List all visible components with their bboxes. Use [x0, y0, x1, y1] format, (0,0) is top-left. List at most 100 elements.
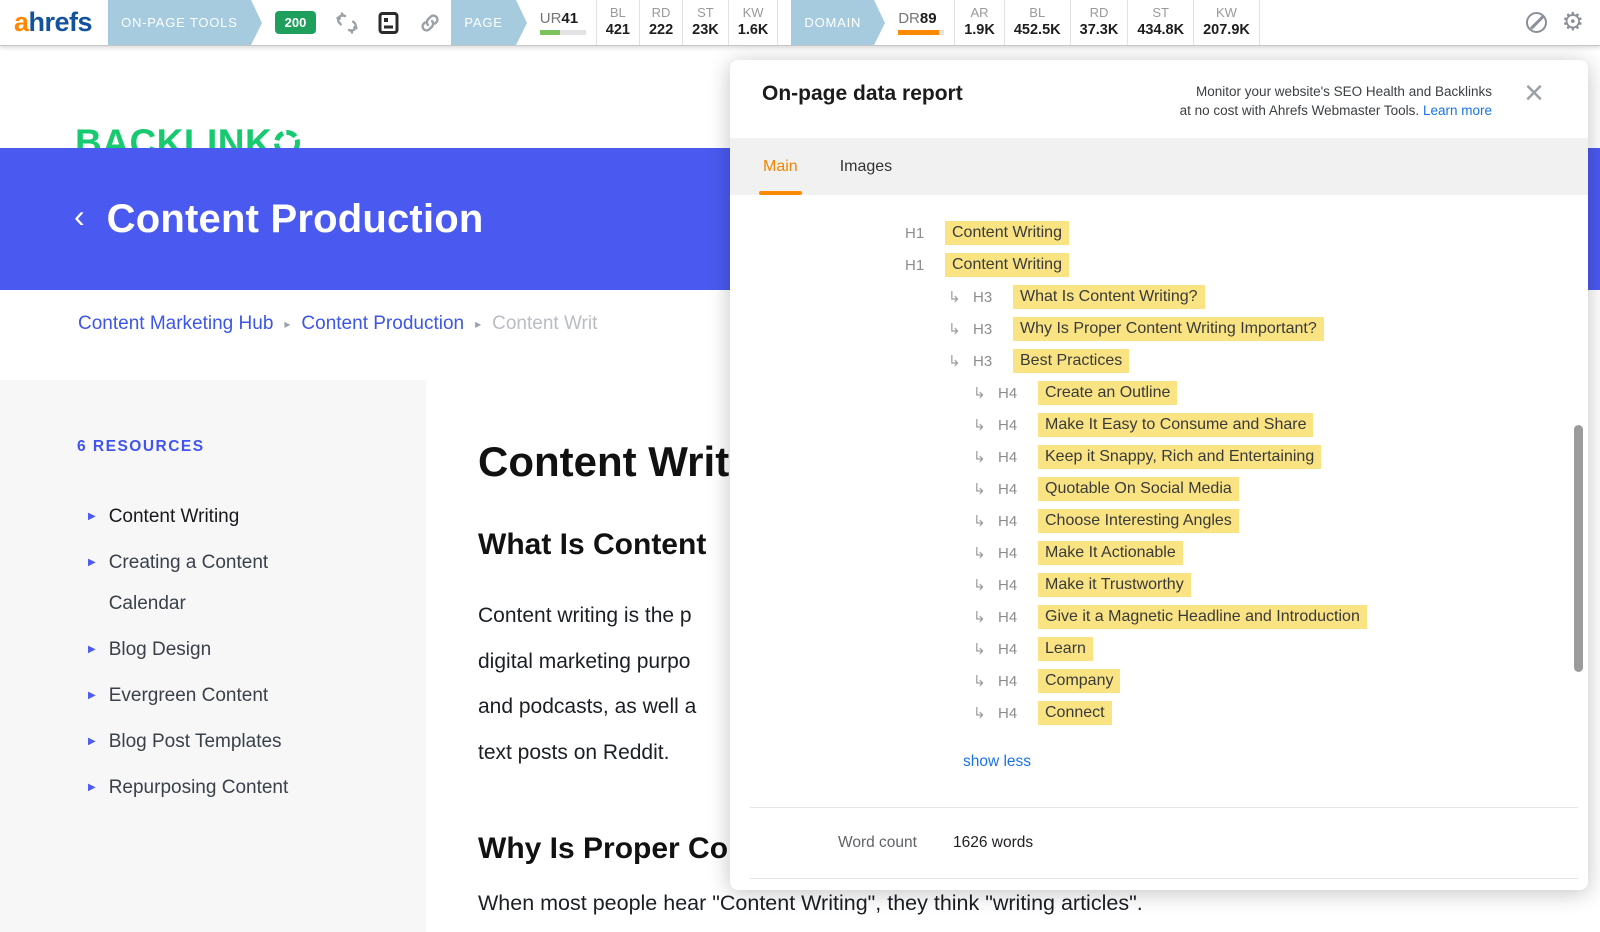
- breadcrumb-item[interactable]: Content Marketing Hub: [78, 313, 273, 335]
- metric-rd[interactable]: RD37.3K: [1070, 0, 1128, 45]
- paragraph-line: and podcasts, as well a: [478, 684, 696, 730]
- ur-rating[interactable]: UR41: [540, 10, 586, 35]
- tab-domain[interactable]: DOMAIN: [791, 0, 874, 45]
- dr-bar-fill: [898, 30, 939, 35]
- sidebar-item[interactable]: ▶Blog Design: [88, 629, 338, 670]
- sidebar-item[interactable]: ▶Evergreen Content: [88, 675, 338, 716]
- breadcrumb-item[interactable]: Content Production: [301, 313, 464, 335]
- metric-st[interactable]: ST434.8K: [1127, 0, 1193, 45]
- sidebar-item[interactable]: ▶Blog Post Templates: [88, 721, 338, 762]
- heading-text: Keep it Snappy, Rich and Entertaining: [1038, 445, 1321, 469]
- subheading-arrow-icon: ↳: [973, 640, 992, 658]
- heading-text: What Is Content Writing?: [1013, 285, 1205, 309]
- close-icon[interactable]: ×: [1524, 76, 1544, 110]
- ur-label: UR: [540, 10, 562, 27]
- sidebar-item[interactable]: ▶Content Writing: [88, 496, 338, 537]
- ahrefs-logo-a: a: [14, 7, 29, 37]
- tab-page[interactable]: PAGE: [451, 0, 515, 45]
- metric-value: 434.8K: [1137, 22, 1184, 38]
- link-icon[interactable]: [418, 11, 442, 35]
- metric-rd[interactable]: RD222: [639, 0, 682, 45]
- back-chevron-icon[interactable]: ‹: [74, 200, 85, 238]
- heading-tag: H1: [905, 225, 931, 242]
- heading-row: ↳H4Make It Easy to Consume and Share: [730, 409, 1588, 441]
- subheading-arrow-icon: ↳: [973, 384, 992, 402]
- heading-row: H1Content Writing: [730, 249, 1588, 281]
- ur-value: 41: [561, 10, 578, 27]
- ahrefs-logo[interactable]: ahrefs: [14, 7, 92, 38]
- metric-ar[interactable]: AR1.9K: [954, 0, 1004, 45]
- subheading-arrow-icon: ↳: [973, 512, 992, 530]
- metric-value: 452.5K: [1014, 22, 1061, 38]
- word-count-label: Word count: [838, 834, 953, 852]
- dr-rating[interactable]: DR89: [898, 10, 944, 35]
- promo-line2: at no cost with Ahrefs Webmaster Tools.: [1180, 103, 1420, 118]
- heading-tag: H4: [998, 417, 1024, 434]
- subheading-arrow-icon: ↳: [948, 288, 967, 306]
- heading-tag: H3: [973, 353, 999, 370]
- word-count-row: Word count 1626 words: [750, 807, 1578, 879]
- metric-st[interactable]: ST 23K: [682, 0, 728, 45]
- metric-label: ST: [692, 5, 719, 20]
- dr-bar: [898, 30, 944, 35]
- heading-text: Connect: [1038, 701, 1112, 725]
- page-metrics: BL421RD222 ST 23K KW1.6K: [596, 0, 779, 45]
- subheading-arrow-icon: ↳: [973, 608, 992, 626]
- metric-value: 222: [649, 22, 673, 38]
- dr-label: DR: [898, 10, 920, 27]
- heading-row: ↳H4Learn: [730, 633, 1588, 665]
- breadcrumb-item: Content Writ: [492, 313, 597, 335]
- heading-text: Best Practices: [1013, 349, 1129, 373]
- heading-text: Content Writing: [945, 253, 1069, 277]
- show-less-link[interactable]: show less: [963, 753, 1031, 771]
- sidebar-item[interactable]: ▶Repurposing Content: [88, 767, 338, 808]
- ahrefs-toolbar: ahrefs ON-PAGE TOOLS 200 PAGE UR41 BL421…: [0, 0, 1600, 45]
- metric-bl[interactable]: BL452.5K: [1004, 0, 1070, 45]
- heading-text: Quotable On Social Media: [1038, 477, 1239, 501]
- metric-kw[interactable]: KW1.6K: [728, 0, 779, 45]
- tab-images[interactable]: Images: [840, 138, 892, 195]
- heading-text: Content Writing: [945, 221, 1069, 245]
- report-icon[interactable]: [377, 11, 400, 35]
- metric-value: 23K: [692, 22, 719, 38]
- sidebar-item-label: Creating a Content Calendar: [109, 542, 338, 624]
- breadcrumb-separator-icon: ▸: [475, 317, 481, 331]
- on-page-data-report-panel: On-page data report Monitor your website…: [730, 60, 1588, 890]
- heading-row: H1 Content Writing: [730, 217, 1588, 249]
- heading-tag: H4: [998, 609, 1024, 626]
- heading-tag: H4: [998, 385, 1024, 402]
- http-status-badge[interactable]: 200: [275, 11, 317, 34]
- settings-gear-icon[interactable]: ⚙: [1562, 10, 1584, 35]
- disable-icon[interactable]: [1526, 12, 1547, 33]
- sidebar-heading: 6 RESOURCES: [77, 438, 205, 456]
- broken-link-icon[interactable]: [335, 11, 359, 35]
- word-count-value: 1626 words: [953, 834, 1033, 852]
- heading-text: Make it Trustworthy: [1038, 573, 1191, 597]
- metric-bl[interactable]: BL421: [596, 0, 639, 45]
- learn-more-link[interactable]: Learn more: [1423, 103, 1492, 118]
- heading-row: ↳H3What Is Content Writing?: [730, 281, 1588, 313]
- heading-text: Learn: [1038, 637, 1093, 661]
- metric-value: 1.9K: [964, 22, 995, 38]
- tab-main[interactable]: Main: [763, 138, 798, 195]
- article-heading-why-proper: Why Is Proper Co: [478, 832, 728, 866]
- metric-kw[interactable]: KW207.9K: [1193, 0, 1260, 45]
- heading-text: Make It Easy to Consume and Share: [1038, 413, 1313, 437]
- heading-text: Give it a Magnetic Headline and Introduc…: [1038, 605, 1367, 629]
- sidebar-item-label: Repurposing Content: [109, 767, 289, 808]
- heading-row: ↳ H4 Give it a Magnetic Headline and Intro…: [730, 601, 1588, 633]
- dr-value: 89: [920, 10, 937, 27]
- bullet-icon: ▶: [88, 629, 96, 670]
- heading-structure-list: H1Content WritingH1Content Writing↳H3Wha…: [730, 217, 1588, 729]
- heading-tag: H4: [998, 705, 1024, 722]
- sidebar-item[interactable]: ▶Creating a Content Calendar: [88, 542, 338, 624]
- paragraph-line: Content writing is the p: [478, 593, 696, 639]
- domain-metrics: AR1.9KBL452.5KRD37.3KST434.8KKW207.9K: [954, 0, 1260, 45]
- heading-row: ↳H4Quotable On Social Media: [730, 473, 1588, 505]
- tab-on-page-tools[interactable]: ON-PAGE TOOLS: [108, 0, 251, 45]
- metric-value: 1.6K: [738, 22, 769, 38]
- subheading-arrow-icon: ↳: [973, 704, 992, 722]
- ur-bar-fill: [540, 30, 561, 35]
- panel-scrollbar-thumb[interactable]: [1574, 425, 1583, 672]
- metric-value: 421: [606, 22, 630, 38]
